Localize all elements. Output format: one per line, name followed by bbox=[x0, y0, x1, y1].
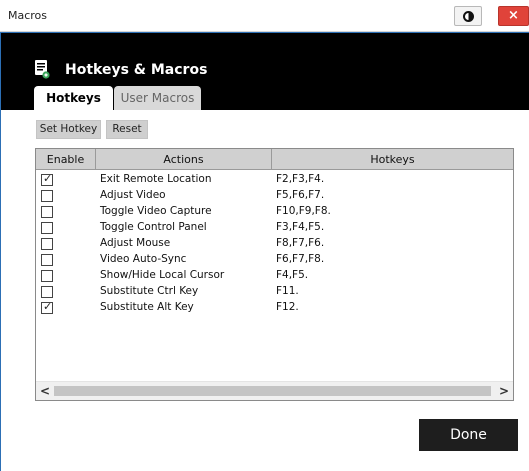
table-row[interactable]: ✓ Exit Remote Location F2,F3,F4. bbox=[36, 172, 513, 188]
action-cell: Substitute Ctrl Key bbox=[100, 285, 199, 297]
table-row[interactable]: ✓ Substitute Alt Key F12. bbox=[36, 300, 513, 316]
reset-button[interactable]: Reset bbox=[106, 120, 148, 139]
column-header-actions[interactable]: Actions bbox=[96, 149, 272, 170]
macros-window: Macros × Hotkeys & Macros Hotkeys User M… bbox=[0, 0, 529, 471]
hotkey-cell[interactable]: F12. bbox=[276, 301, 299, 313]
table-row[interactable]: Adjust Video F5,F6,F7. bbox=[36, 188, 513, 204]
done-button[interactable]: Done bbox=[419, 419, 518, 451]
table-row[interactable]: Show/Hide Local Cursor F4,F5. bbox=[36, 268, 513, 284]
check-mark-icon: ✓ bbox=[43, 300, 53, 313]
horizontal-scrollbar[interactable]: < > bbox=[36, 381, 513, 400]
action-cell: Adjust Video bbox=[100, 189, 166, 201]
table-row[interactable]: Toggle Video Capture F10,F9,F8. bbox=[36, 204, 513, 220]
scroll-right-icon[interactable]: > bbox=[497, 384, 511, 398]
scrollbar-thumb[interactable] bbox=[54, 386, 491, 396]
macro-document-icon bbox=[35, 60, 50, 79]
close-button[interactable]: × bbox=[498, 6, 529, 26]
tab-user-macros[interactable]: User Macros bbox=[114, 86, 201, 110]
action-cell: Show/Hide Local Cursor bbox=[100, 269, 225, 281]
hotkey-cell[interactable]: F5,F6,F7. bbox=[276, 189, 324, 201]
table-row[interactable]: Toggle Control Panel F3,F4,F5. bbox=[36, 220, 513, 236]
action-cell: Video Auto-Sync bbox=[100, 253, 187, 265]
hotkey-cell[interactable]: F11. bbox=[276, 285, 299, 297]
tab-hotkeys[interactable]: Hotkeys bbox=[34, 86, 113, 110]
title-bar: Macros × bbox=[0, 0, 529, 32]
enable-checkbox[interactable] bbox=[41, 254, 53, 266]
contrast-icon bbox=[463, 11, 474, 22]
enable-checkbox[interactable] bbox=[41, 190, 53, 202]
enable-checkbox[interactable]: ✓ bbox=[41, 172, 53, 186]
toggle-button[interactable] bbox=[454, 6, 482, 26]
table-row[interactable]: Video Auto-Sync F6,F7,F8. bbox=[36, 252, 513, 268]
check-mark-icon: ✓ bbox=[43, 172, 53, 185]
action-cell: Toggle Control Panel bbox=[100, 221, 207, 233]
hotkey-cell[interactable]: F3,F4,F5. bbox=[276, 221, 324, 233]
enable-checkbox[interactable] bbox=[41, 286, 53, 298]
hotkey-cell[interactable]: F4,F5. bbox=[276, 269, 308, 281]
page-title: Hotkeys & Macros bbox=[65, 62, 208, 78]
enable-checkbox[interactable]: ✓ bbox=[41, 300, 53, 314]
enable-checkbox[interactable] bbox=[41, 222, 53, 234]
action-cell: Adjust Mouse bbox=[100, 237, 171, 249]
hotkey-cell[interactable]: F8,F7,F6. bbox=[276, 237, 324, 249]
table-row[interactable]: Substitute Ctrl Key F11. bbox=[36, 284, 513, 300]
hotkeys-table: Enable Actions Hotkeys ✓ Exit Remote Loc… bbox=[35, 148, 514, 401]
window-title: Macros bbox=[8, 9, 48, 22]
column-header-hotkeys[interactable]: Hotkeys bbox=[272, 149, 513, 170]
action-cell: Toggle Video Capture bbox=[100, 205, 212, 217]
hotkey-cell[interactable]: F2,F3,F4. bbox=[276, 173, 324, 185]
action-cell: Exit Remote Location bbox=[100, 173, 212, 185]
action-cell: Substitute Alt Key bbox=[100, 301, 194, 313]
scroll-left-icon[interactable]: < bbox=[38, 384, 52, 398]
enable-checkbox[interactable] bbox=[41, 270, 53, 282]
table-row[interactable]: Adjust Mouse F8,F7,F6. bbox=[36, 236, 513, 252]
hotkey-cell[interactable]: F6,F7,F8. bbox=[276, 253, 324, 265]
enable-checkbox[interactable] bbox=[41, 238, 53, 250]
enable-checkbox[interactable] bbox=[41, 206, 53, 218]
table-header: Enable Actions Hotkeys bbox=[36, 149, 513, 170]
column-header-enable[interactable]: Enable bbox=[36, 149, 96, 170]
hotkey-cell[interactable]: F10,F9,F8. bbox=[276, 205, 331, 217]
set-hotkey-button[interactable]: Set Hotkey bbox=[36, 120, 101, 139]
